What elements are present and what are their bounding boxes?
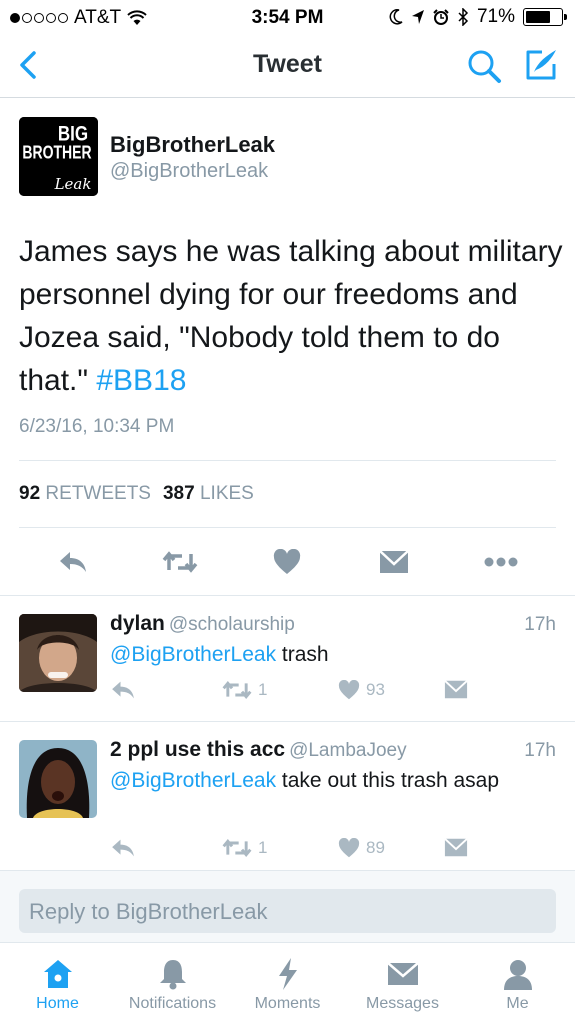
home-icon: [43, 960, 72, 988]
tab-home[interactable]: Home: [0, 957, 115, 1013]
mention-link[interactable]: @BigBrotherLeak: [110, 643, 276, 666]
envelope-icon: [444, 838, 468, 857]
retweet-count: 1: [258, 680, 268, 699]
retweet-button[interactable]: [162, 542, 198, 582]
logo-word-brother: BROTHER: [22, 143, 91, 163]
reply-button[interactable]: [110, 680, 136, 700]
reply-avatar[interactable]: [19, 614, 97, 692]
reply-author-name[interactable]: 2 ppl use this acc: [110, 738, 285, 761]
heart-icon: [338, 838, 360, 858]
reply-header: dylan @scholaurship: [110, 612, 295, 636]
retweet-button[interactable]: 1: [222, 838, 267, 858]
reply-avatar[interactable]: [19, 740, 97, 818]
logo-word-leak: Leak: [54, 175, 92, 193]
author-name[interactable]: BigBrotherLeak: [110, 132, 275, 158]
retweet-icon: [222, 839, 252, 857]
tweet-actions: [0, 542, 575, 582]
direct-message-button[interactable]: [444, 838, 468, 857]
reply-icon: [112, 681, 134, 699]
tab-label: Moments: [254, 995, 321, 1012]
bluetooth-icon: [458, 8, 469, 26]
more-dots-icon: [484, 557, 518, 567]
author-avatar[interactable]: BIG BROTHER Leak: [19, 117, 98, 196]
reply-icon: [60, 552, 86, 572]
retweet-icon: [222, 681, 252, 699]
more-button[interactable]: [484, 542, 518, 582]
tweet-stats: 92 RETWEETS 387 LIKES: [19, 483, 254, 505]
tweet-text: James says he was talking about military…: [19, 230, 564, 402]
reply-composer: Reply to BigBrotherLeak: [0, 870, 575, 942]
heart-icon: [338, 680, 360, 700]
tab-label: Notifications: [128, 995, 217, 1012]
like-button[interactable]: 89: [338, 838, 385, 858]
reply-actions: 1 89: [110, 838, 470, 864]
reply-time: 17h: [524, 614, 556, 635]
reply-button[interactable]: [58, 542, 88, 582]
alarm-clock-icon: [433, 9, 449, 25]
retweet-count: 1: [258, 838, 268, 857]
divider: [19, 460, 556, 461]
tab-label: Home: [36, 995, 79, 1012]
reply-time: 17h: [524, 740, 556, 761]
retweets-label: RETWEETS: [45, 483, 151, 504]
compose-icon[interactable]: [522, 46, 560, 84]
retweets-stat[interactable]: 92 RETWEETS: [19, 483, 151, 505]
retweets-count: 92: [19, 483, 41, 504]
mention-link[interactable]: @BigBrotherLeak: [110, 769, 276, 792]
reply-author-name[interactable]: dylan: [110, 612, 165, 635]
tab-messages[interactable]: Messages: [345, 957, 460, 1013]
envelope-icon: [379, 550, 409, 573]
reply-button[interactable]: [110, 838, 136, 858]
location-arrow-icon: [411, 10, 424, 24]
status-right: 71%: [389, 6, 567, 28]
reply-header: 2 ppl use this acc @LambaJoey: [110, 738, 407, 762]
lightning-icon: [278, 958, 297, 990]
hashtag-link[interactable]: #BB18: [96, 364, 186, 397]
divider: [19, 527, 556, 528]
reply-actions: 1 93: [110, 680, 470, 706]
like-button[interactable]: [273, 542, 301, 582]
reply-author-handle[interactable]: @scholaurship: [169, 614, 295, 635]
reply-input[interactable]: Reply to BigBrotherLeak: [19, 889, 556, 933]
reply-item[interactable]: dylan @scholaurship 17h @BigBrotherLeak t…: [0, 598, 575, 722]
reply-body: trash: [276, 643, 329, 666]
moon-icon: [389, 9, 403, 25]
search-icon[interactable]: [466, 48, 502, 84]
tab-notifications[interactable]: Notifications: [115, 957, 230, 1013]
nav-bar: Tweet: [0, 34, 575, 98]
envelope-icon: [386, 962, 419, 985]
retweet-icon: [162, 551, 198, 573]
tab-me[interactable]: Me: [460, 957, 575, 1013]
reply-body: take out this trash asap: [276, 769, 500, 792]
envelope-icon: [444, 680, 468, 699]
tab-label: Me: [506, 995, 529, 1012]
likes-stat[interactable]: 387 LIKES: [163, 483, 254, 505]
reply-icon: [112, 839, 134, 857]
reply-item[interactable]: 2 ppl use this acc @LambaJoey 17h @BigBro…: [0, 722, 575, 870]
tweet-timestamp: 6/23/16, 10:34 PM: [19, 416, 175, 437]
divider: [0, 595, 575, 596]
reply-text: @BigBrotherLeak trash: [110, 640, 550, 669]
likes-count: 387: [162, 483, 195, 504]
tab-moments[interactable]: Moments: [230, 957, 345, 1013]
tab-label: Messages: [366, 995, 439, 1012]
reply-text: @BigBrotherLeak take out this trash asap: [110, 766, 550, 795]
retweet-button[interactable]: 1: [222, 680, 267, 700]
author-handle[interactable]: @BigBrotherLeak: [110, 160, 268, 183]
tab-bar: Home Notifications Moments Messages Me: [0, 942, 575, 1024]
heart-icon: [273, 549, 301, 574]
like-count: 89: [366, 838, 385, 857]
reply-author-handle[interactable]: @LambaJoey: [289, 740, 407, 761]
person-icon: [503, 960, 532, 990]
like-button[interactable]: 93: [338, 680, 385, 700]
status-bar: AT&T 3:54 PM 71%: [0, 0, 575, 34]
likes-label: LIKES: [199, 483, 254, 504]
like-count: 93: [366, 680, 385, 699]
big-brother-leak-logo: BIG BROTHER Leak: [19, 117, 98, 196]
battery-percent: 71%: [476, 6, 515, 27]
direct-message-button[interactable]: [379, 542, 409, 582]
battery-icon: [523, 8, 567, 26]
bell-icon: [159, 960, 186, 990]
direct-message-button[interactable]: [444, 680, 468, 699]
